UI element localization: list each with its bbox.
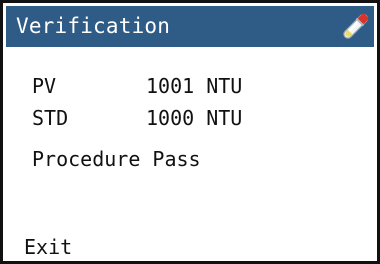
std-label: STD (32, 106, 69, 130)
procedure-status: Procedure Pass (32, 147, 201, 171)
test-tube-icon (339, 10, 371, 44)
exit-button[interactable]: Exit (24, 235, 72, 259)
pv-label: PV (32, 74, 57, 98)
verification-screen: Verification PV 1001 NTU STD 1000 NTU Pr… (0, 0, 380, 264)
std-value: 1000 NTU (146, 106, 243, 130)
pv-value: 1001 NTU (146, 74, 243, 98)
page-title: Verification (16, 14, 171, 38)
title-bar: Verification (6, 6, 374, 47)
